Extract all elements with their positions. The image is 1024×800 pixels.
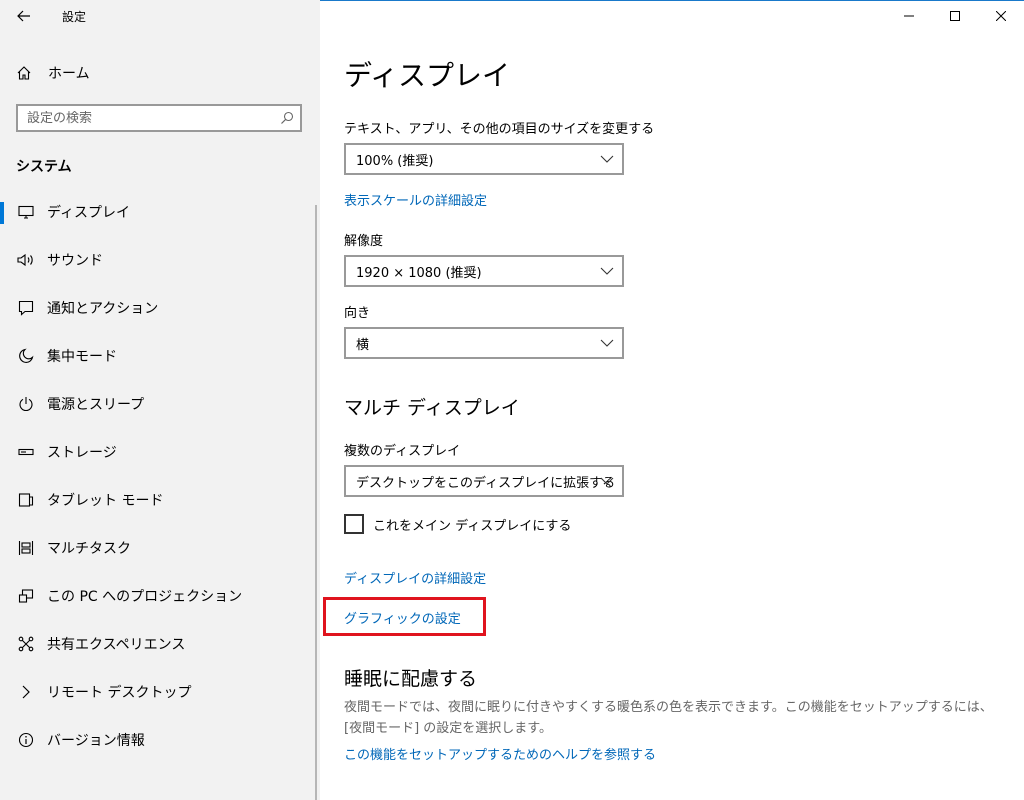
close-button[interactable]: [978, 0, 1024, 32]
settings-search-box[interactable]: [16, 104, 302, 132]
projection-icon: [16, 586, 36, 606]
power-icon: [16, 394, 36, 414]
share-icon: [16, 634, 36, 654]
sidebar-item-label: サウンド: [47, 253, 103, 269]
orientation-dropdown[interactable]: 横: [344, 327, 624, 359]
sidebar-item-focus-assist[interactable]: 集中モード: [0, 332, 316, 380]
maximize-button[interactable]: [932, 0, 978, 32]
chevron-down-icon: [600, 337, 614, 349]
sidebar-item-power[interactable]: 電源とスリープ: [0, 380, 316, 428]
home-label: ホーム: [48, 66, 90, 82]
sidebar-item-shared-experiences[interactable]: 共有エクスペリエンス: [0, 620, 316, 668]
close-icon: [996, 11, 1006, 21]
storage-icon: [16, 442, 36, 462]
sidebar-item-label: 通知とアクション: [47, 301, 159, 317]
orientation-dropdown-value: 横: [356, 337, 370, 353]
sidebar-item-label: 電源とスリープ: [47, 397, 145, 413]
multitask-icon: [16, 538, 36, 558]
search-icon[interactable]: [280, 111, 294, 125]
minimize-icon: [904, 15, 914, 17]
search-input[interactable]: [27, 110, 267, 126]
sidebar-item-about[interactable]: バージョン情報: [0, 716, 316, 764]
chevron-down-icon: [600, 265, 614, 277]
remote-icon: [16, 682, 36, 702]
sidebar-nav: ディスプレイ サウンド 通知とアクション 集中モード 電源とスリープ ストレージ…: [0, 188, 316, 764]
orientation-label: 向き: [344, 306, 371, 321]
home-nav-item[interactable]: ホーム: [0, 58, 316, 88]
sidebar-item-notifications[interactable]: 通知とアクション: [0, 284, 316, 332]
sidebar: 設定 ホーム システム ディスプレイ サウンド 通知とアクション 集中モード: [0, 0, 320, 800]
resolution-dropdown[interactable]: 1920 × 1080 (推奨): [344, 255, 624, 287]
sidebar-item-remote-desktop[interactable]: リモート デスクトップ: [0, 668, 316, 716]
section-title-system: システム: [16, 159, 72, 175]
multi-display-dropdown-value: デスクトップをこのディスプレイに拡張する: [356, 475, 616, 491]
sidebar-item-sound[interactable]: サウンド: [0, 236, 316, 284]
resolution-dropdown-value: 1920 × 1080 (推奨): [356, 265, 482, 281]
scale-label: テキスト、アプリ、その他の項目のサイズを変更する: [344, 122, 655, 137]
chevron-down-icon: [600, 475, 614, 487]
main-display-checkbox-label: これをメイン ディスプレイにする: [373, 518, 572, 534]
monitor-icon: [16, 202, 36, 222]
sidebar-item-label: ストレージ: [47, 445, 117, 461]
sidebar-scrollbar[interactable]: [315, 205, 317, 800]
graphics-settings-highlight-box: [323, 597, 486, 636]
tablet-icon: [16, 490, 36, 510]
sidebar-item-projection[interactable]: この PC へのプロジェクション: [0, 572, 316, 620]
page-title: ディスプレイ: [344, 59, 511, 92]
back-button[interactable]: [10, 4, 38, 28]
scale-dropdown-value: 100% (推奨): [356, 153, 434, 169]
multi-display-heading: マルチ ディスプレイ: [344, 397, 520, 419]
multi-display-dropdown[interactable]: デスクトップをこのディスプレイに拡張する: [344, 465, 624, 497]
sidebar-item-label: リモート デスクトップ: [47, 685, 192, 701]
window-title: 設定: [62, 10, 87, 24]
main-display-checkbox-row[interactable]: これをメイン ディスプレイにする: [344, 514, 571, 534]
sidebar-item-label: この PC へのプロジェクション: [47, 589, 243, 605]
maximize-icon: [950, 11, 960, 21]
sidebar-item-display[interactable]: ディスプレイ: [0, 188, 316, 236]
sleep-description: 夜間モードでは、夜間に眠りに付きやすくする暖色系の色を表示できます。この機能をセ…: [344, 700, 993, 736]
advanced-display-link[interactable]: ディスプレイの詳細設定: [344, 568, 486, 587]
help-link[interactable]: この機能をセットアップするためのヘルプを参照する: [344, 744, 656, 763]
multi-display-label: 複数のディスプレイ: [344, 444, 461, 459]
sidebar-item-label: 集中モード: [47, 349, 117, 365]
chevron-down-icon: [600, 153, 614, 165]
sleep-heading: 睡眠に配慮する: [344, 668, 478, 690]
notification-icon: [16, 298, 36, 318]
sidebar-item-label: ディスプレイ: [47, 205, 131, 221]
resolution-label: 解像度: [344, 234, 384, 249]
sidebar-item-label: バージョン情報: [47, 733, 145, 749]
speaker-icon: [16, 250, 36, 270]
sidebar-item-tablet-mode[interactable]: タブレット モード: [0, 476, 316, 524]
sidebar-item-label: タブレット モード: [47, 493, 164, 509]
sidebar-item-storage[interactable]: ストレージ: [0, 428, 316, 476]
scale-dropdown[interactable]: 100% (推奨): [344, 143, 624, 175]
sidebar-item-label: 共有エクスペリエンス: [47, 637, 186, 653]
home-icon: [16, 65, 36, 81]
minimize-button[interactable]: [886, 0, 932, 32]
scale-advanced-link[interactable]: 表示スケールの詳細設定: [344, 190, 487, 209]
info-icon: [16, 730, 36, 750]
moon-icon: [16, 346, 36, 366]
sidebar-item-multitasking[interactable]: マルチタスク: [0, 524, 316, 572]
back-arrow-icon: [17, 10, 30, 22]
sidebar-item-label: マルチタスク: [47, 541, 131, 557]
main-display-checkbox[interactable]: [344, 514, 364, 534]
